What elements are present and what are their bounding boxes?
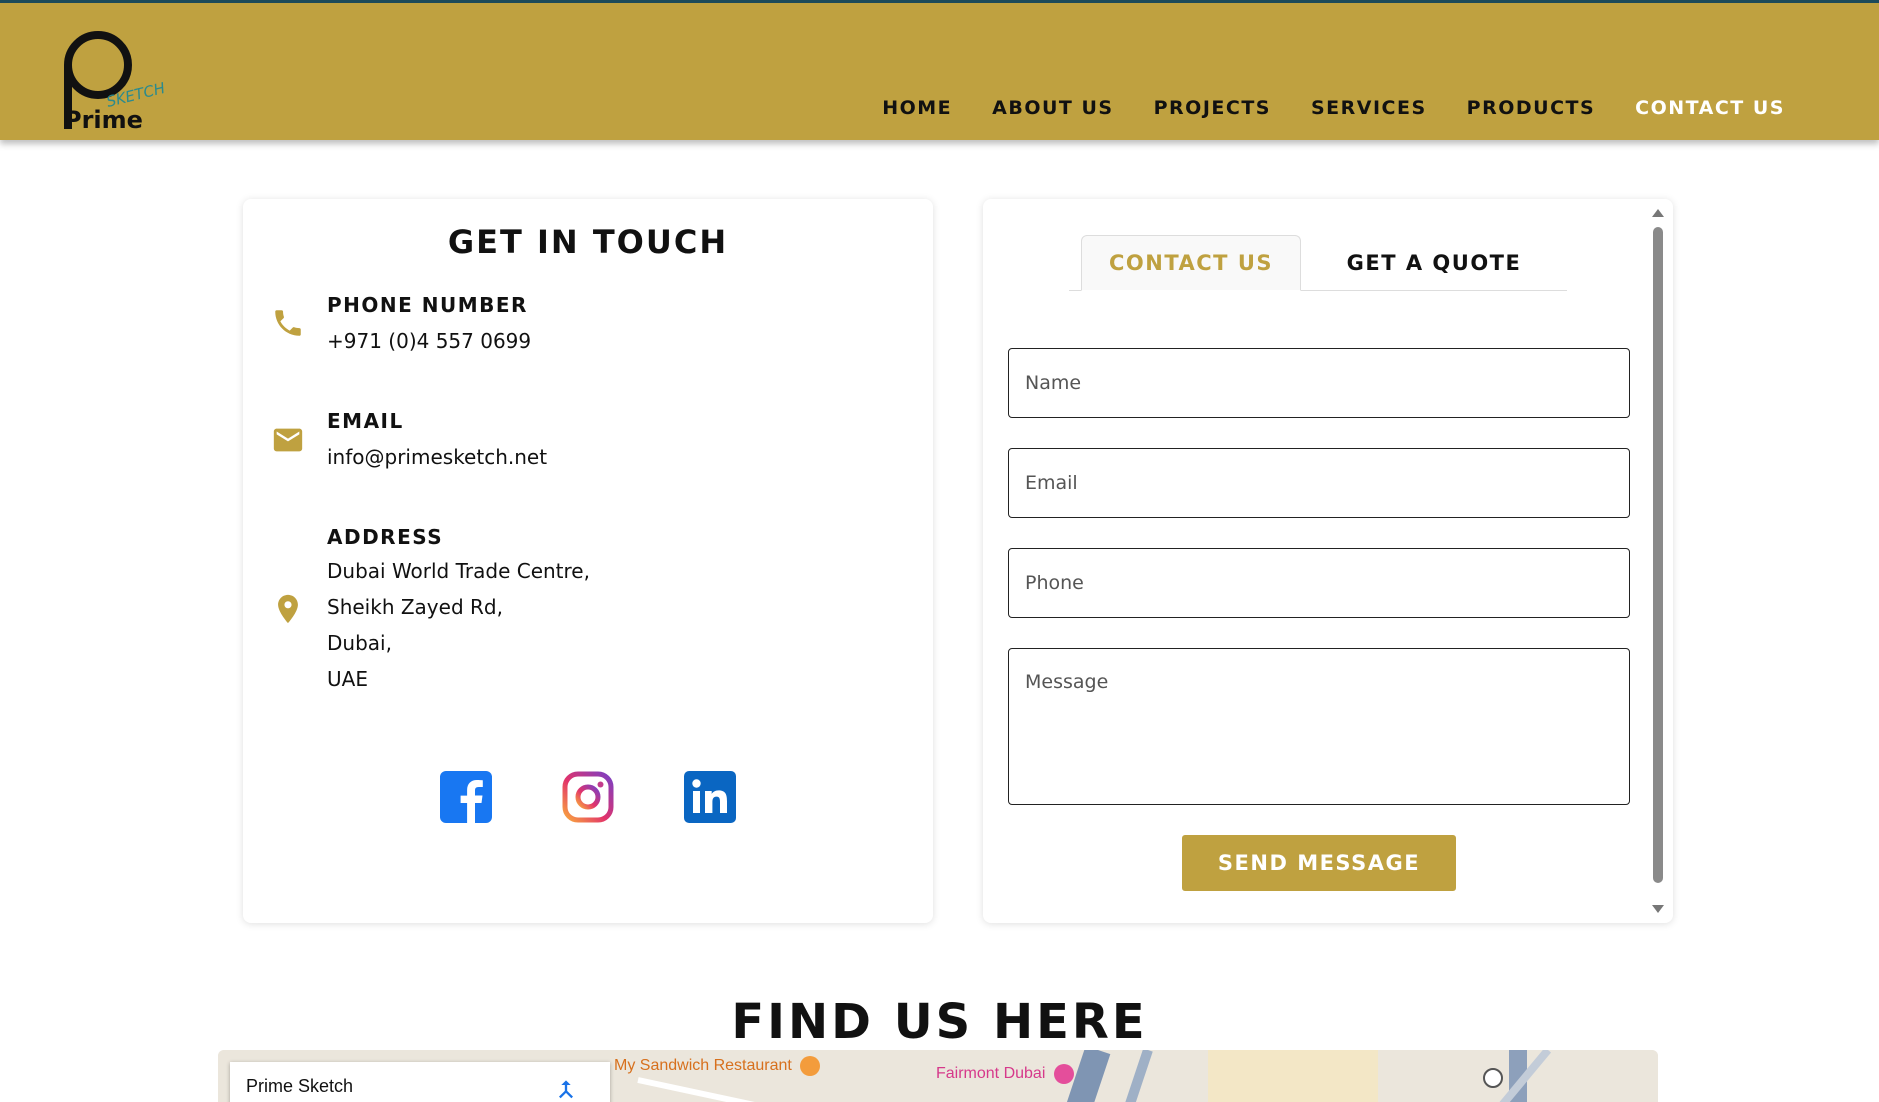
- scroll-thumb[interactable]: [1653, 227, 1663, 883]
- hotel-icon: [1053, 1064, 1074, 1084]
- map-place-title: Prime Sketch: [246, 1076, 354, 1096]
- form-scrollbar[interactable]: [1651, 207, 1665, 915]
- nav-item-about-us[interactable]: ABOUT US: [992, 97, 1113, 119]
- get-in-touch-title: GET IN TOUCH: [447, 223, 729, 261]
- phone-label: PHONE NUMBER: [327, 293, 528, 317]
- address-line: Sheikh Zayed Rd,: [327, 595, 503, 619]
- address-block: ADDRESS Dubai World Trade Centre, Sheikh…: [327, 525, 590, 697]
- phone-input[interactable]: [1008, 548, 1630, 618]
- email-input[interactable]: [1008, 448, 1630, 518]
- map-label-hotel: Fairmont Dubai: [936, 1064, 1074, 1084]
- nav-item-home[interactable]: HOME: [882, 97, 952, 119]
- instagram-icon[interactable]: [562, 771, 614, 823]
- find-us-title: FIND US HERE: [731, 994, 1148, 1050]
- address-line: Dubai,: [327, 631, 392, 655]
- message-textarea[interactable]: [1008, 648, 1630, 805]
- prime-sketch-logo[interactable]: Prime SKETCH: [56, 25, 176, 135]
- location-map[interactable]: Prime Sketch My Sandwich Restaurant Fair…: [218, 1050, 1658, 1102]
- address-value: Dubai World Trade Centre, Sheikh Zayed R…: [327, 553, 590, 697]
- linkedin-icon[interactable]: [684, 771, 736, 823]
- email-label: EMAIL: [327, 409, 404, 433]
- email-block: EMAIL info@primesketch.net: [327, 409, 547, 475]
- tab-get-a-quote[interactable]: GET A QUOTE: [1319, 235, 1549, 291]
- address-label: ADDRESS: [327, 525, 444, 549]
- nav-item-services[interactable]: SERVICES: [1311, 97, 1427, 119]
- address-line: UAE: [327, 667, 368, 691]
- scroll-up-arrow-icon[interactable]: [1652, 209, 1664, 217]
- contact-form-card: CONTACT US GET A QUOTE SEND MESSAGE: [983, 199, 1673, 923]
- tab-contact-us[interactable]: CONTACT US: [1081, 235, 1301, 291]
- map-label-restaurant: My Sandwich Restaurant: [614, 1056, 821, 1076]
- email-value[interactable]: info@primesketch.net: [327, 439, 547, 475]
- map-label-restaurant-text: My Sandwich Restaurant: [614, 1057, 792, 1075]
- map-place-card: Prime Sketch: [230, 1062, 610, 1102]
- location-pin-icon: [278, 594, 298, 624]
- main-nav: HOME ABOUT US PROJECTS SERVICES PRODUCTS…: [882, 97, 1785, 119]
- address-line: Dubai World Trade Centre,: [327, 559, 590, 583]
- social-links: [243, 771, 933, 823]
- facebook-icon[interactable]: [440, 771, 492, 823]
- phone-block: PHONE NUMBER +971 (0)4 557 0699: [327, 293, 531, 359]
- map-label-hotel-text: Fairmont Dubai: [936, 1065, 1046, 1083]
- nav-item-projects[interactable]: PROJECTS: [1154, 97, 1271, 119]
- name-input[interactable]: [1008, 348, 1630, 418]
- scroll-down-arrow-icon[interactable]: [1652, 905, 1664, 913]
- phone-value[interactable]: +971 (0)4 557 0699: [327, 323, 531, 359]
- send-message-button[interactable]: SEND MESSAGE: [1182, 835, 1456, 891]
- site-header: Prime SKETCH HOME ABOUT US PROJECTS SERV…: [0, 0, 1879, 140]
- form-tabs: CONTACT US GET A QUOTE: [1069, 235, 1567, 291]
- svg-text:Prime: Prime: [64, 106, 143, 134]
- phone-icon: [275, 310, 301, 336]
- mail-icon: [273, 428, 303, 452]
- contact-info-card: GET IN TOUCH PHONE NUMBER +971 (0)4 557 …: [243, 199, 933, 923]
- nav-item-products[interactable]: PRODUCTS: [1467, 97, 1596, 119]
- directions-icon[interactable]: [552, 1078, 580, 1102]
- nav-item-contact-us[interactable]: CONTACT US: [1635, 97, 1785, 119]
- restaurant-icon: [800, 1056, 821, 1076]
